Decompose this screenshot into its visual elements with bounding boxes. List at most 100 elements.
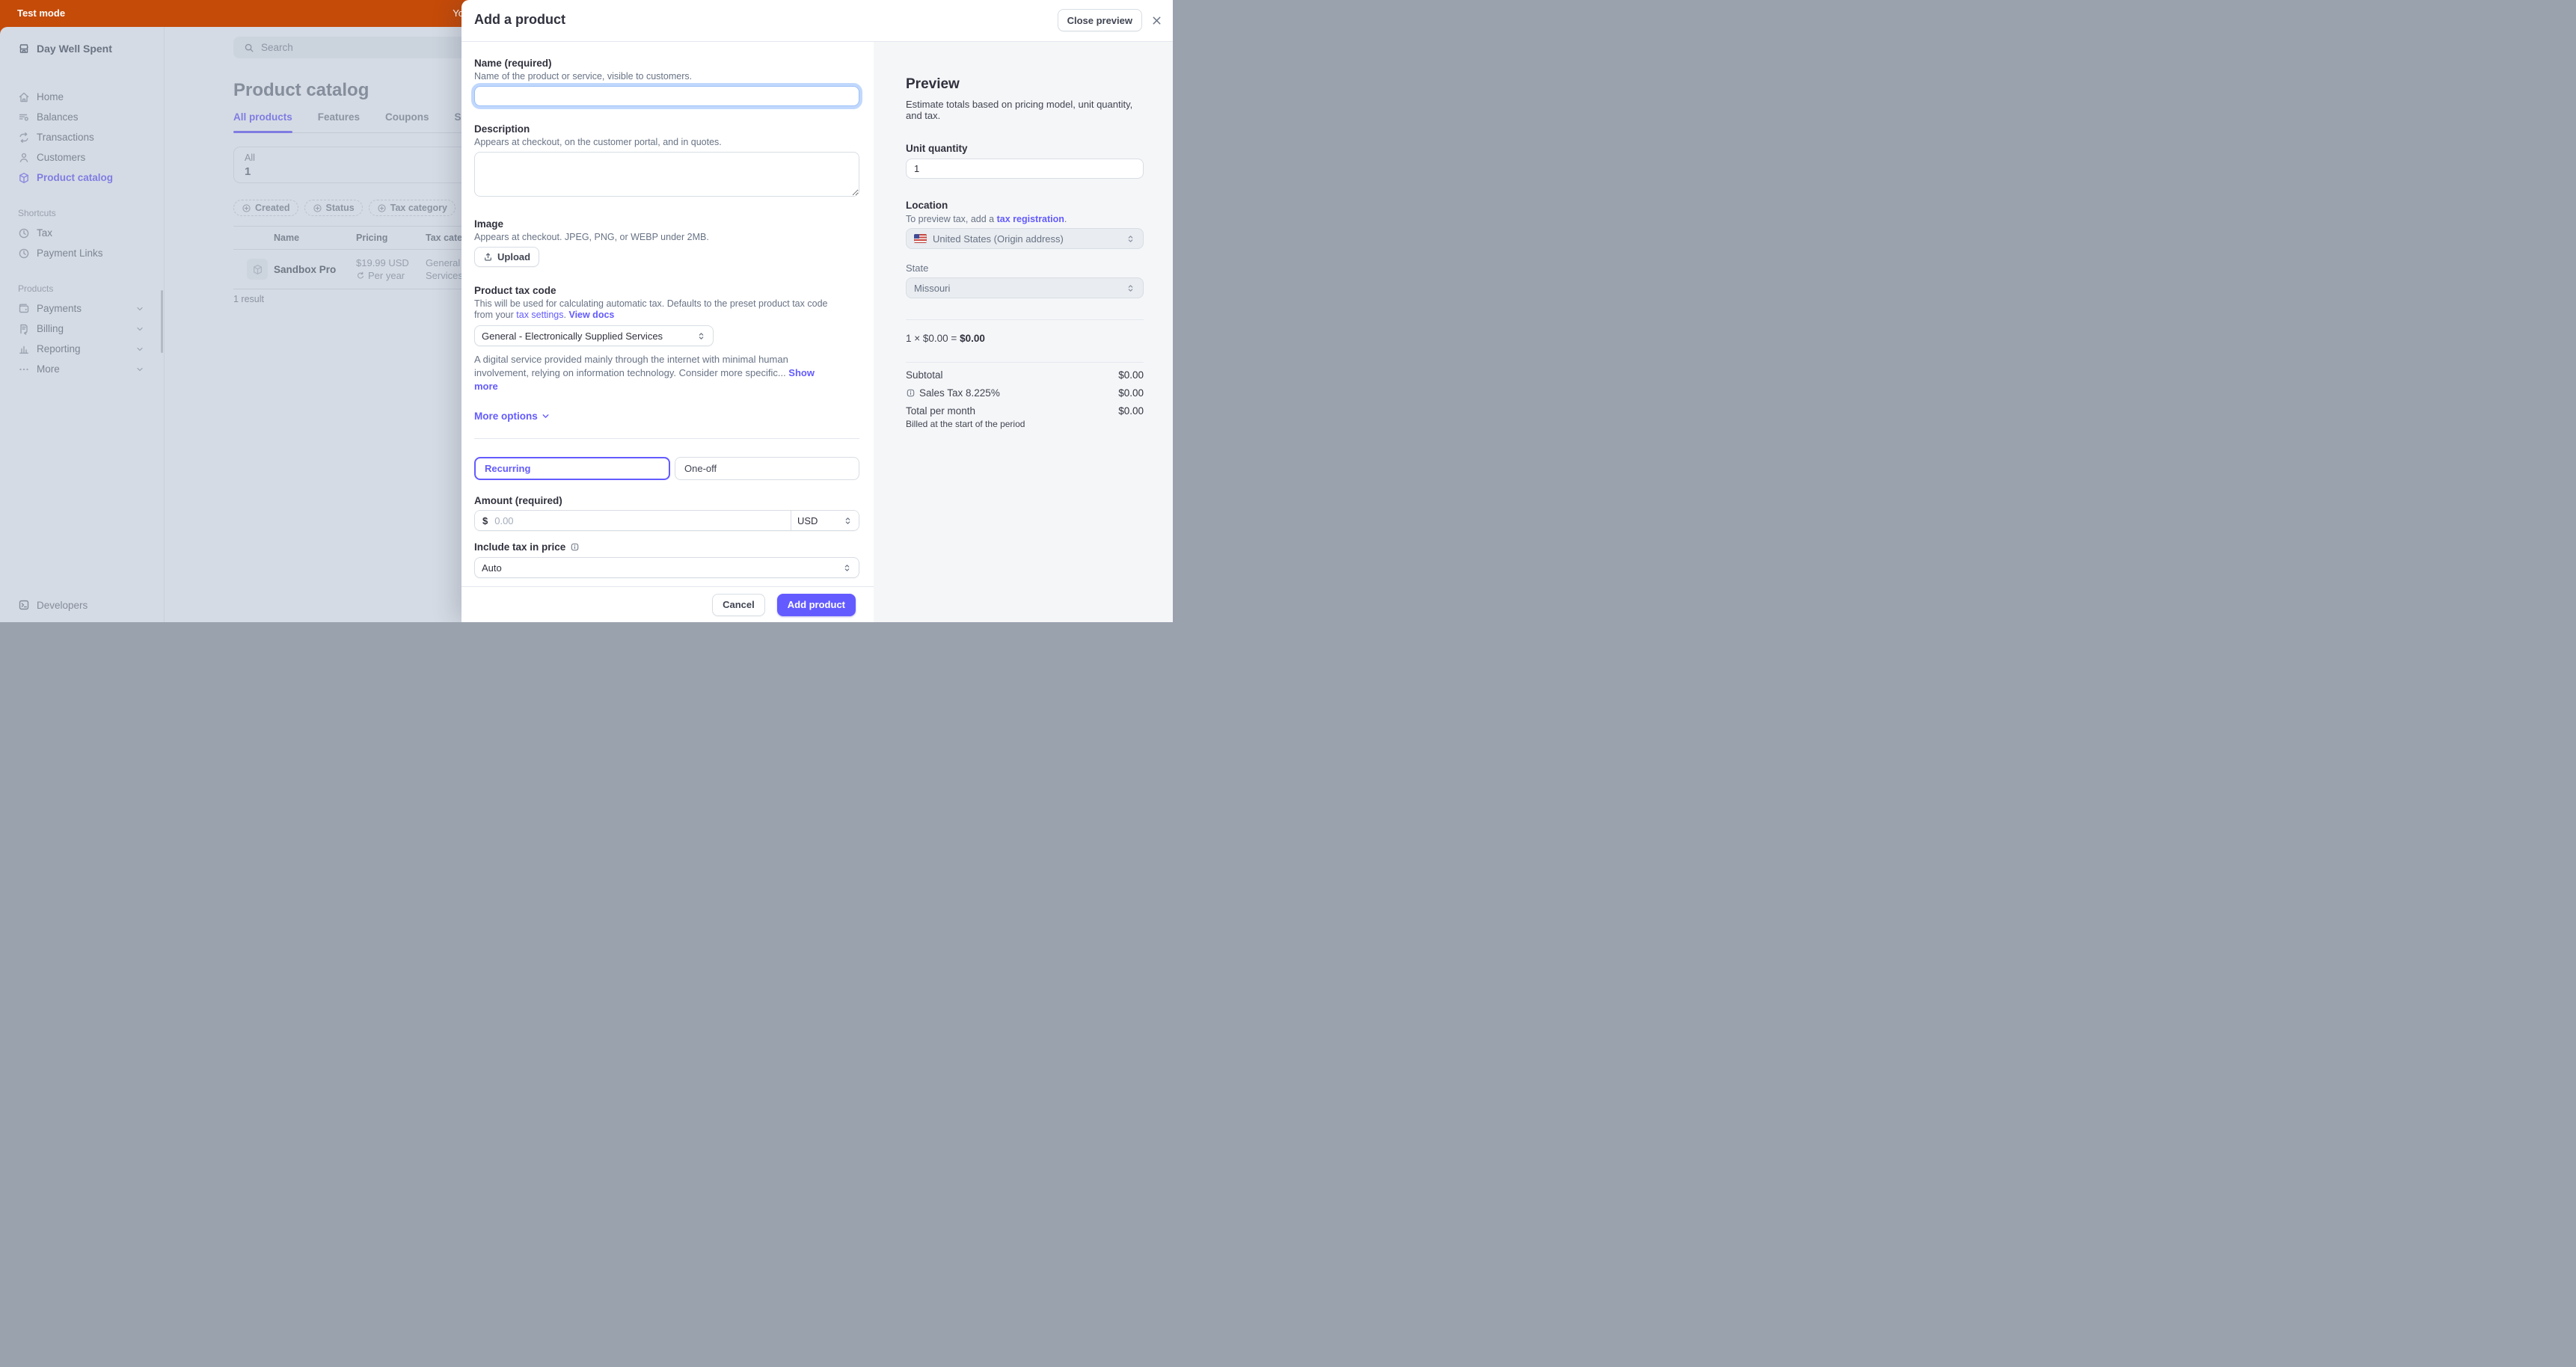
filter-created[interactable]: Created <box>233 200 298 216</box>
filter-status[interactable]: Status <box>304 200 363 216</box>
tax-code-helper: This will be used for calculating automa… <box>474 298 848 321</box>
description-field[interactable] <box>474 152 859 197</box>
tax-code-description: A digital service provided mainly throug… <box>474 353 826 393</box>
chevron-down-icon <box>135 345 144 354</box>
tax-settings-link[interactable]: tax settings <box>516 310 563 320</box>
sidebar-scrollbar[interactable] <box>161 290 163 353</box>
box-icon <box>252 264 263 275</box>
one-off-option[interactable]: One-off <box>675 457 859 480</box>
balances-icon <box>18 111 30 123</box>
unit-quantity-label: Unit quantity <box>906 143 1144 154</box>
name-label: Name (required) <box>474 58 859 69</box>
sidebar-item-payment-links[interactable]: Payment Links <box>18 243 164 263</box>
close-preview-button[interactable]: Close preview <box>1058 9 1142 31</box>
view-docs-link[interactable]: View docs <box>568 310 614 320</box>
sales-tax-row: Sales Tax 8.225% $0.00 <box>906 387 1144 399</box>
total-per-month-row: Total per month $0.00 <box>906 405 1144 417</box>
product-form: Name (required) Name of the product or s… <box>461 42 874 622</box>
sidebar-item-developers[interactable]: Developers <box>18 599 88 611</box>
cancel-button[interactable]: Cancel <box>712 594 765 616</box>
home-icon <box>18 91 30 103</box>
upload-button[interactable]: Upload <box>474 247 539 267</box>
box-icon <box>18 172 30 184</box>
select-updown-icon <box>842 563 852 573</box>
products-section-title: Products <box>18 283 164 294</box>
chevron-down-icon <box>541 411 551 421</box>
info-icon <box>906 388 916 398</box>
filter-tax-category[interactable]: Tax category <box>369 200 456 216</box>
chevron-down-icon <box>135 325 144 334</box>
state-select[interactable]: Missouri <box>906 277 1144 298</box>
sidebar-item-transactions[interactable]: Transactions <box>18 127 164 147</box>
country-select[interactable]: United States (Origin address) <box>906 228 1144 249</box>
product-thumbnail <box>247 259 268 280</box>
state-label: State <box>906 262 1144 274</box>
sidebar-item-more[interactable]: More <box>18 359 164 379</box>
terminal-icon <box>18 599 30 611</box>
tax-code-select[interactable]: General - Electronically Supplied Servic… <box>474 325 714 346</box>
subtotal-row: Subtotal $0.00 <box>906 369 1144 381</box>
search-icon <box>244 43 254 53</box>
upload-icon <box>483 252 493 262</box>
product-pricing: $19.99 USD Per year <box>356 256 426 282</box>
ellipsis-icon <box>18 363 30 375</box>
modal-header: Add a product Close preview <box>461 0 1173 42</box>
sidebar-item-tax[interactable]: Tax <box>18 223 164 243</box>
unit-quantity-field[interactable] <box>906 159 1144 179</box>
tax-registration-link[interactable]: tax registration <box>997 214 1064 224</box>
sidebar-item-customers[interactable]: Customers <box>18 147 164 168</box>
description-label: Description <box>474 123 859 135</box>
invoice-icon <box>18 323 30 335</box>
transactions-icon <box>18 132 30 144</box>
amount-field[interactable] <box>493 514 783 527</box>
close-button[interactable] <box>1151 15 1162 26</box>
image-label: Image <box>474 218 859 230</box>
col-header-pricing: Pricing <box>356 233 426 243</box>
search-placeholder: Search <box>261 42 293 53</box>
us-flag-icon <box>914 234 927 243</box>
page-title: Product catalog <box>233 80 369 101</box>
pricing-type-toggle: Recurring One-off <box>474 457 859 480</box>
recurring-option[interactable]: Recurring <box>474 457 670 480</box>
shortcuts-section-title: Shortcuts <box>18 208 164 218</box>
select-updown-icon <box>696 331 706 341</box>
name-helper: Name of the product or service, visible … <box>474 71 859 82</box>
sidebar-item-payments[interactable]: Payments <box>18 298 164 319</box>
preview-title: Preview <box>906 76 1144 93</box>
bar-chart-icon <box>18 343 30 355</box>
clock-icon <box>18 248 30 259</box>
sidebar-item-product-catalog[interactable]: Product catalog <box>18 168 164 188</box>
billing-note: Billed at the start of the period <box>906 419 1144 429</box>
modal-footer: Cancel Add product <box>461 586 874 622</box>
preview-divider <box>906 319 1144 320</box>
clock-icon <box>18 227 30 239</box>
amount-group: $ USD <box>474 510 859 531</box>
tab-features[interactable]: Features <box>318 111 360 123</box>
name-field[interactable] <box>474 86 859 106</box>
chevron-down-icon <box>135 304 144 313</box>
more-options-link[interactable]: More options <box>474 411 859 422</box>
price-equation: 1 × $0.00 = $0.00 <box>906 333 1144 344</box>
currency-select[interactable]: USD <box>791 511 859 530</box>
include-tax-select[interactable]: Auto <box>474 557 859 578</box>
add-product-button[interactable]: Add product <box>777 594 856 616</box>
add-product-modal: Add a product Close preview Name (requir… <box>461 0 1173 622</box>
sidebar-item-billing[interactable]: Billing <box>18 319 164 339</box>
location-helper: To preview tax, add a tax registration. <box>906 214 1144 224</box>
storefront-icon <box>18 43 30 55</box>
form-divider <box>474 438 859 439</box>
tax-code-label: Product tax code <box>474 285 859 296</box>
sidebar-item-reporting[interactable]: Reporting <box>18 339 164 359</box>
sidebar-item-balances[interactable]: Balances <box>18 107 164 127</box>
info-icon[interactable] <box>570 542 580 552</box>
modal-title: Add a product <box>474 12 565 28</box>
location-label: Location <box>906 200 1144 211</box>
select-updown-icon <box>1126 283 1135 293</box>
wallet-icon <box>18 303 30 315</box>
tab-coupons[interactable]: Coupons <box>385 111 429 123</box>
sidebar-item-home[interactable]: Home <box>18 87 164 107</box>
merchant-switcher[interactable]: Day Well Spent <box>18 42 164 55</box>
screen: Test mode You're using test data. No rea… <box>0 0 1173 622</box>
tab-all-products[interactable]: All products <box>233 111 292 123</box>
chevron-down-icon <box>135 365 144 374</box>
